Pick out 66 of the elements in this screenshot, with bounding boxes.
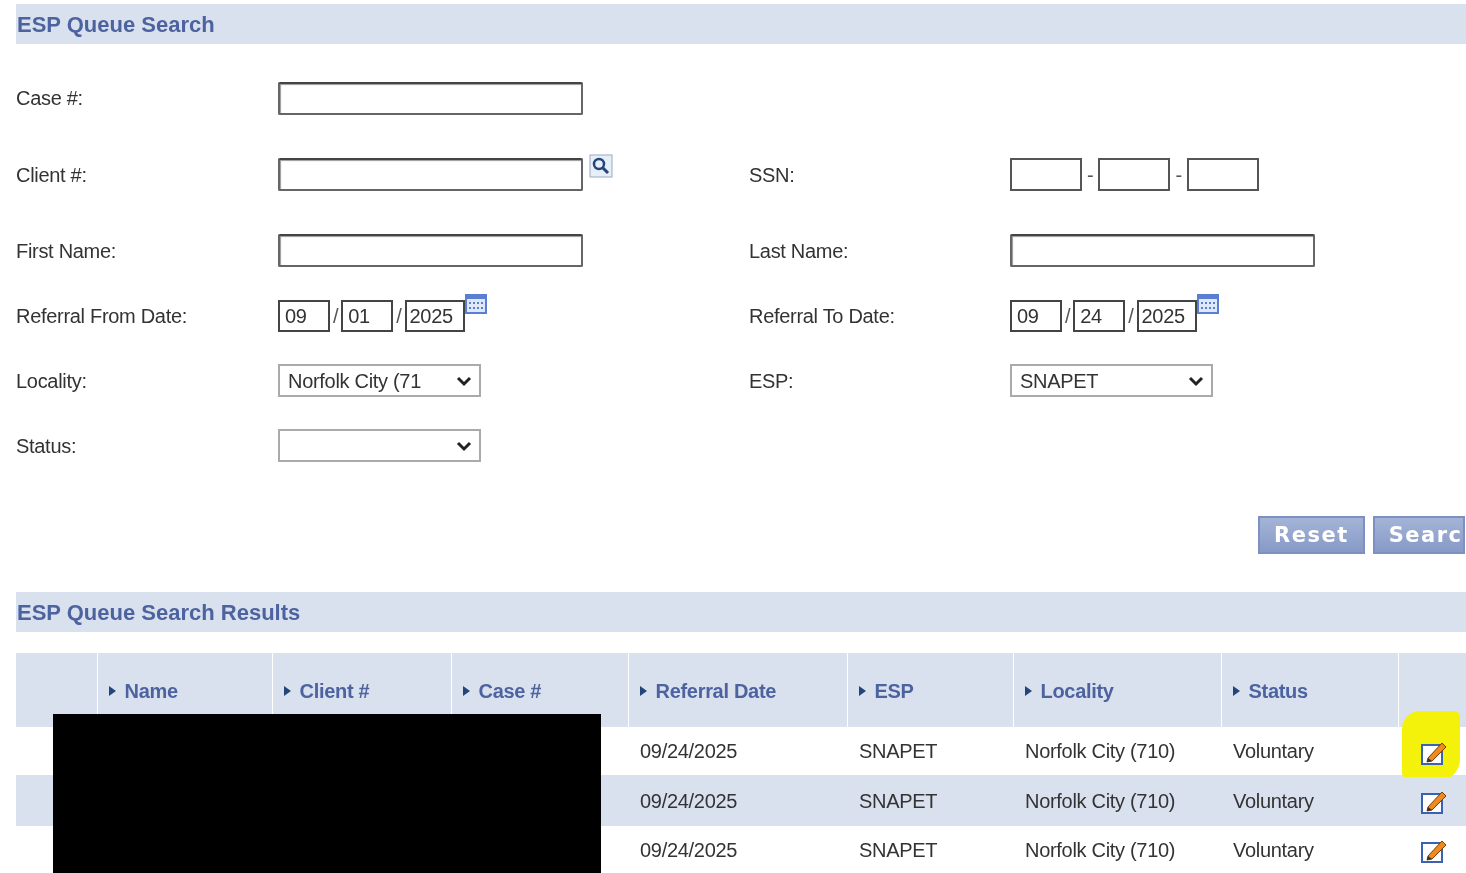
field-label: Client #: [16, 162, 87, 188]
text-field[interactable] [1010, 234, 1315, 267]
search-icon[interactable] [589, 154, 613, 178]
caret-icon [461, 684, 471, 697]
caret-icon [1231, 684, 1241, 697]
field-label: ESP: [749, 368, 794, 394]
field-label: Referral To Date: [749, 303, 895, 329]
field-label: SSN: [749, 162, 795, 188]
table-cell: Norfolk City (710) [1025, 838, 1176, 861]
field-label: Case #: [16, 86, 83, 111]
field-label: Referral From Date: [16, 303, 187, 329]
month-field[interactable]: 09 [278, 299, 330, 332]
column-header[interactable]: Status [1231, 675, 1308, 706]
separator: - [1175, 162, 1182, 188]
dropdown-value: SNAPET [1020, 368, 1099, 394]
separator: / [333, 303, 339, 329]
year-field[interactable]: 2025 [404, 299, 465, 332]
text-field[interactable] [278, 81, 583, 115]
dropdown[interactable]: Norfolk City (71 [278, 364, 481, 397]
calendar-icon[interactable] [1195, 293, 1220, 315]
column-header[interactable]: ESP [857, 675, 914, 706]
dropdown[interactable]: SNAPET [1010, 364, 1213, 397]
table-cell: Norfolk City (710) [1025, 740, 1176, 762]
table-cell: 09/24/2025 [640, 838, 738, 861]
table-cell: SNAPET [859, 838, 938, 861]
separator: - [1087, 162, 1094, 188]
dropdown-value: Norfolk City (71 [288, 368, 421, 394]
caret-icon [107, 684, 117, 697]
month-field[interactable]: 09 [1010, 299, 1062, 332]
table-cell: 09/24/2025 [640, 789, 738, 812]
caret-icon [282, 684, 292, 697]
section-title: ESP Queue Search [17, 10, 215, 39]
day-field[interactable]: 24 [1073, 299, 1126, 332]
text-field[interactable] [1098, 158, 1171, 191]
column-header[interactable]: Name [107, 675, 178, 706]
separator: / [1128, 303, 1134, 329]
column-header[interactable]: Case # [461, 675, 542, 706]
table-cell: Voluntary [1233, 740, 1314, 762]
caret-icon [638, 684, 648, 697]
text-field[interactable] [1186, 158, 1259, 191]
separator: / [396, 303, 402, 329]
text-field[interactable] [1010, 158, 1082, 191]
field-label: Last Name: [749, 238, 849, 264]
table-cell: Norfolk City (710) [1025, 789, 1176, 812]
table-cell: Voluntary [1233, 789, 1314, 812]
year-field[interactable]: 2025 [1136, 299, 1197, 332]
column-header[interactable]: Locality [1023, 675, 1114, 706]
day-field[interactable]: 01 [341, 299, 394, 332]
table-cell: 09/24/2025 [640, 740, 738, 762]
table-cell: SNAPET [859, 740, 938, 762]
text-field[interactable] [278, 234, 583, 267]
section-title: ESP Queue Search Results [17, 598, 301, 627]
separator: / [1065, 303, 1071, 329]
text-field[interactable] [278, 158, 583, 191]
field-label: Locality: [16, 368, 87, 394]
field-label: Status: [16, 433, 77, 459]
caret-icon [857, 684, 867, 697]
table-cell: Voluntary [1233, 838, 1314, 861]
field-label: First Name: [16, 238, 117, 264]
calendar-icon[interactable] [463, 293, 488, 315]
reset-button[interactable]: Reset [1258, 516, 1365, 554]
table-cell: SNAPET [859, 789, 938, 812]
edit-icon[interactable] [1420, 838, 1448, 865]
edit-icon[interactable] [1420, 789, 1448, 816]
caret-icon [1023, 684, 1033, 697]
search-button[interactable]: Searc [1372, 516, 1465, 554]
